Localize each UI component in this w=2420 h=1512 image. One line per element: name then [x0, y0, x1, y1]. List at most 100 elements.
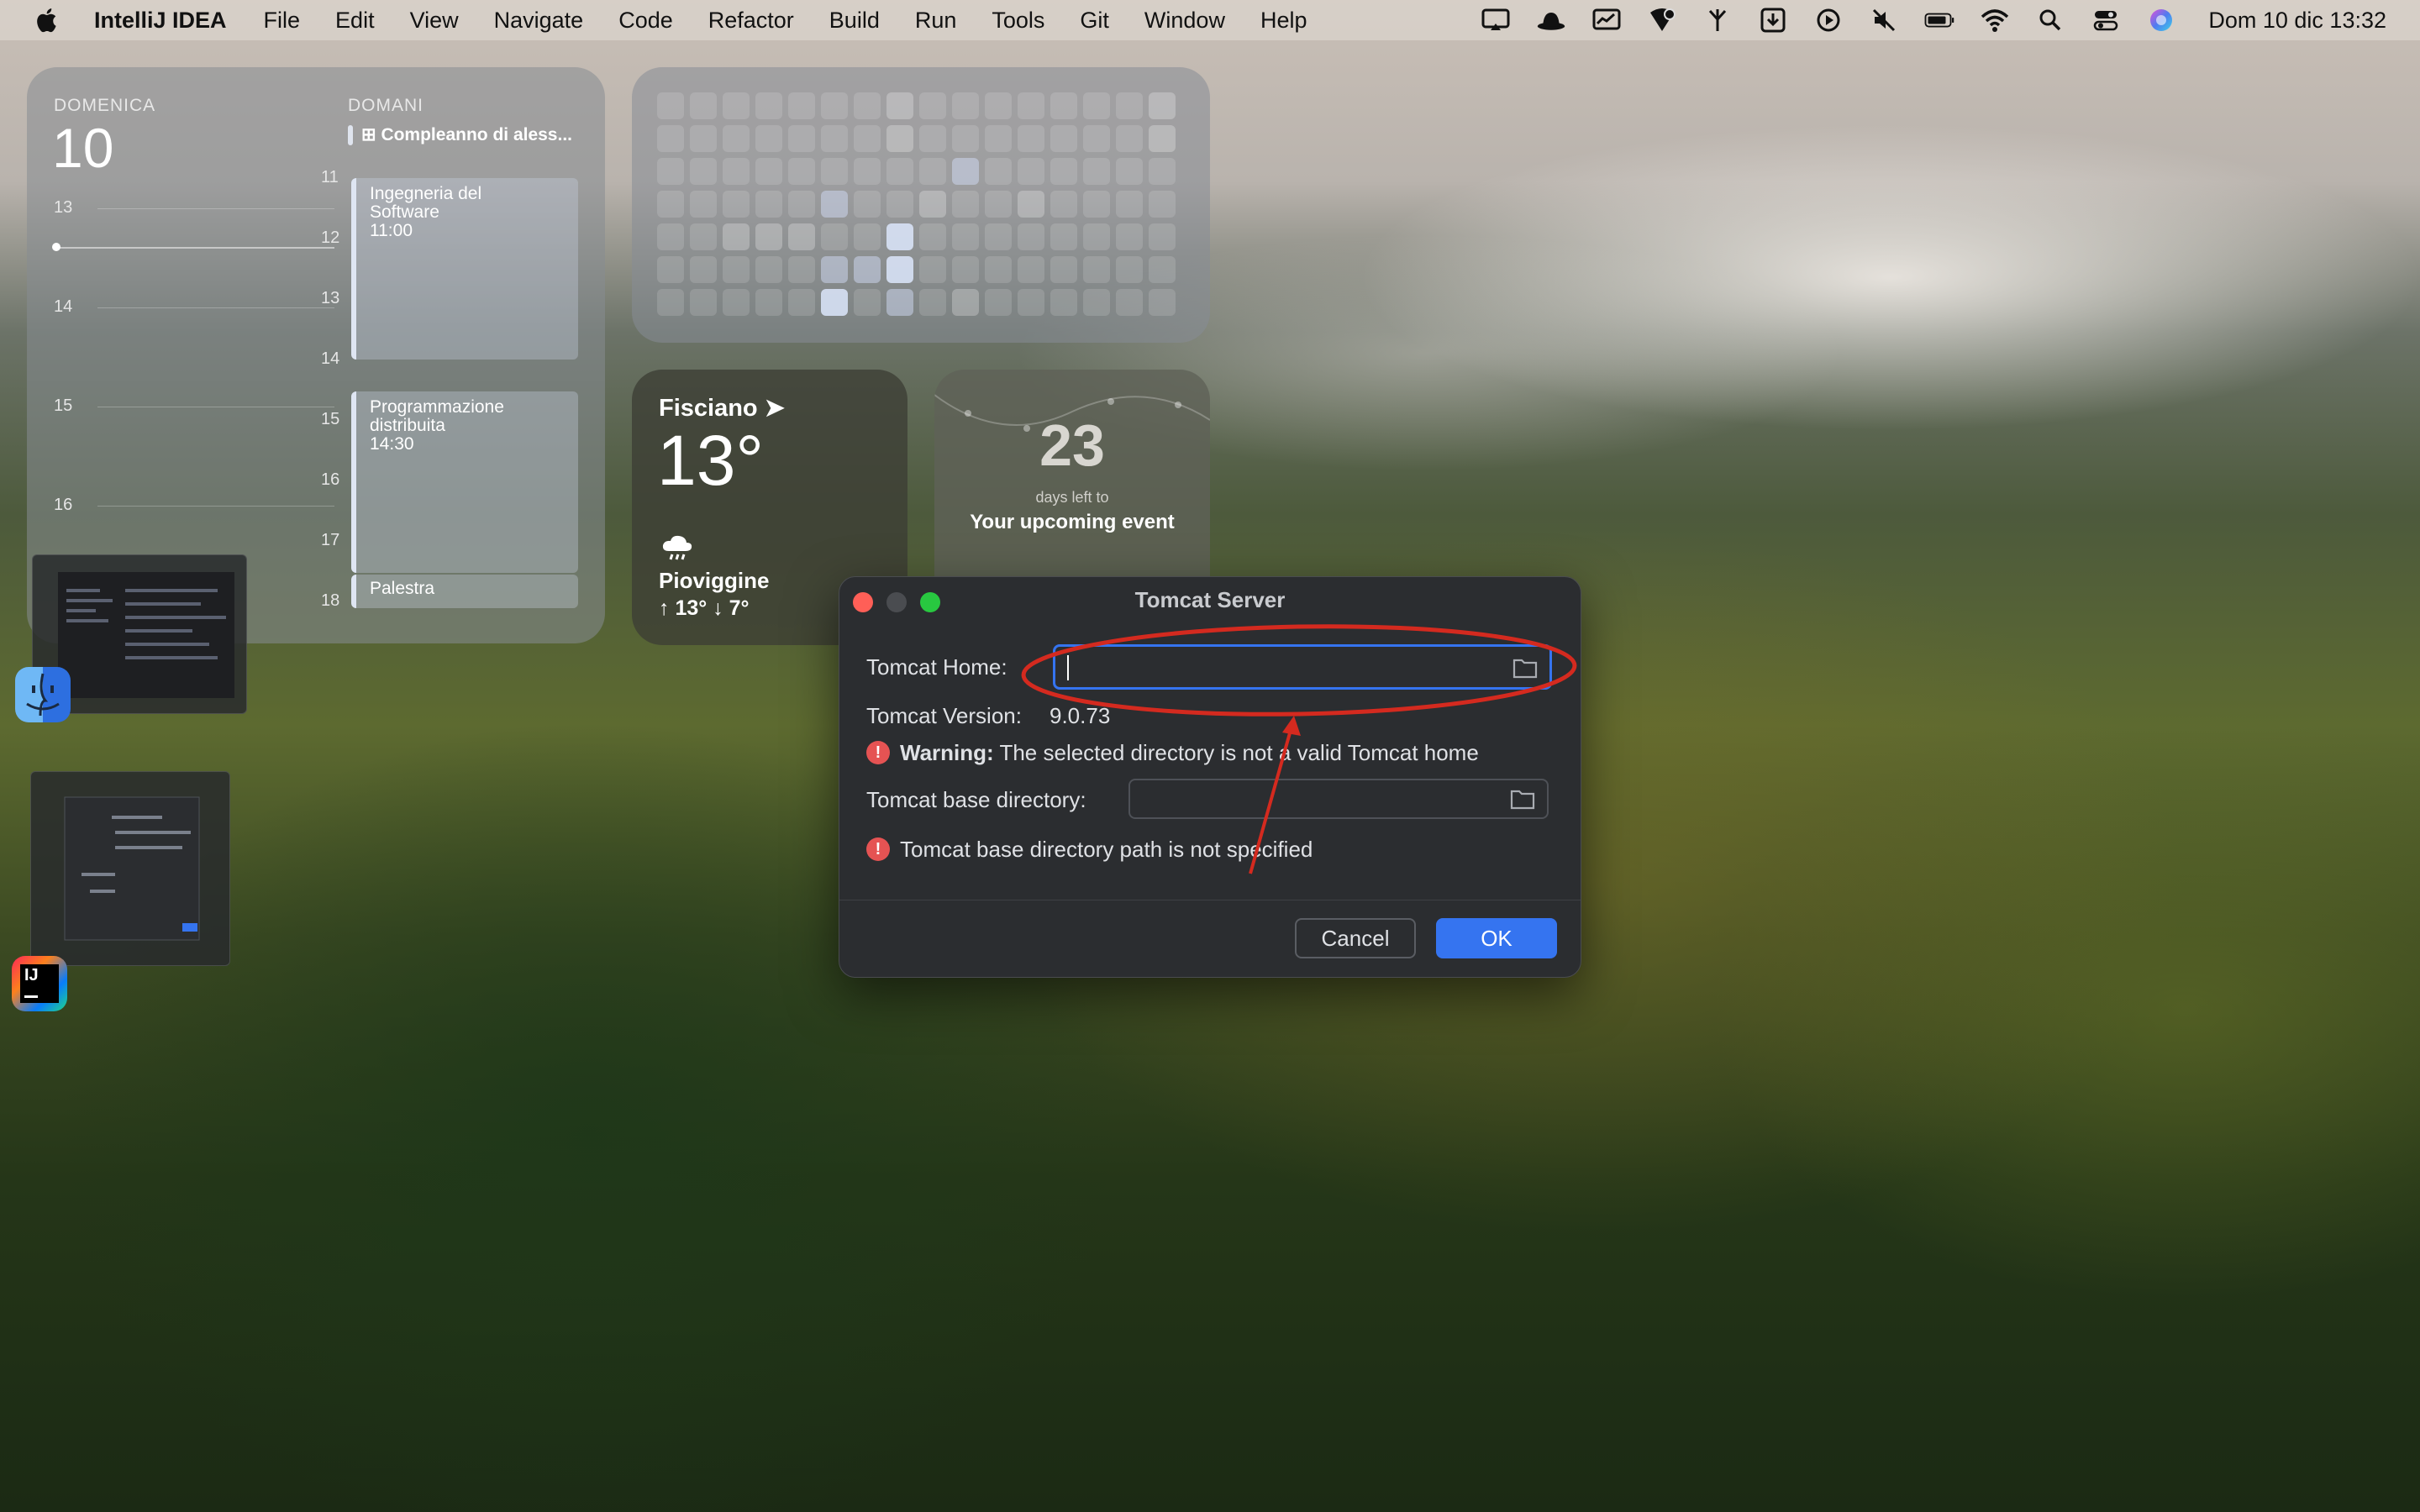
tomcat-home-input[interactable]: [1053, 644, 1552, 690]
hat-icon[interactable]: [1536, 8, 1566, 33]
warning-label: Warning:: [900, 740, 994, 765]
heatmap-cell: [1116, 191, 1143, 218]
heatmap-cell: [854, 289, 881, 316]
error-icon: !: [866, 741, 890, 764]
activity-heatmap-widget[interactable]: [632, 67, 1210, 343]
play-circle-icon[interactable]: [1813, 8, 1844, 33]
heatmap-cell: [886, 256, 913, 283]
siri-icon[interactable]: [2146, 8, 2176, 33]
monitor-graph-icon[interactable]: [1591, 8, 1622, 33]
hour-label: 13: [54, 198, 73, 217]
heatmap-cell: [1083, 158, 1110, 185]
hour-line: [97, 506, 334, 507]
menu-help[interactable]: Help: [1260, 8, 1307, 34]
tomcat-server-dialog: Tomcat Server Tomcat Home: Tomcat Versio…: [839, 576, 1581, 978]
heatmap-cell: [755, 158, 782, 185]
heatmap-cell: [1050, 191, 1077, 218]
weather-high-low: ↑ 13° ↓ 7°: [659, 596, 750, 620]
browse-folder-icon[interactable]: [1512, 657, 1538, 679]
heatmap-cell: [755, 256, 782, 283]
heatmap-cell: [821, 92, 848, 119]
window-thumbnail[interactable]: [30, 771, 230, 966]
heatmap-cell: [1149, 125, 1176, 152]
tomcat-version-label: Tomcat Version:: [866, 703, 1022, 728]
calendar-event[interactable]: Palestra: [351, 575, 578, 608]
base-directory-error: Tomcat base directory path is not specif…: [900, 837, 1313, 862]
search-icon[interactable]: [2035, 8, 2065, 33]
menubar-clock[interactable]: Dom 10 dic 13:32: [2208, 8, 2386, 34]
fork-icon[interactable]: [1702, 8, 1733, 33]
battery-icon[interactable]: [1924, 8, 1954, 33]
heatmap-cell: [690, 223, 717, 250]
menu-file[interactable]: File: [264, 8, 301, 34]
heatmap-cell: [952, 289, 979, 316]
heatmap-cell: [985, 256, 1012, 283]
calendar-event[interactable]: Programmazione distribuita 14:30: [351, 391, 578, 573]
menu-edit[interactable]: Edit: [335, 8, 375, 34]
ok-button[interactable]: OK: [1436, 918, 1557, 958]
heatmap-cell: [723, 191, 750, 218]
apple-logo-icon[interactable]: [34, 6, 62, 34]
menu-build[interactable]: Build: [829, 8, 880, 34]
heatmap-cell: [886, 158, 913, 185]
today-number: 10: [52, 117, 114, 179]
cancel-button[interactable]: Cancel: [1295, 918, 1416, 958]
wifi-icon[interactable]: [1980, 8, 2010, 33]
heatmap-cell: [919, 256, 946, 283]
tomcat-base-directory-input[interactable]: [1128, 779, 1549, 819]
menu-code[interactable]: Code: [618, 8, 673, 34]
heatmap-cell: [919, 92, 946, 119]
heatmap-cell: [690, 92, 717, 119]
heatmap-cell: [821, 125, 848, 152]
hour-label: 11: [321, 168, 339, 186]
screen-mirroring-icon[interactable]: [1481, 8, 1511, 33]
hour-label: 15: [321, 410, 340, 428]
menu-run[interactable]: Run: [915, 8, 957, 34]
heatmap-cell: [1050, 92, 1077, 119]
app-name-menu[interactable]: IntelliJ IDEA: [94, 8, 227, 34]
control-center-icon[interactable]: [2091, 8, 2121, 33]
vpn-shield-icon[interactable]: [1647, 8, 1677, 33]
event-color-bar: [348, 125, 353, 146]
heatmap-cell: [1018, 125, 1044, 152]
heatmap-cell: [919, 125, 946, 152]
warning-message: Warning: The selected directory is not a…: [900, 740, 1479, 766]
heatmap-cell: [657, 158, 684, 185]
heatmap-cell: [821, 289, 848, 316]
heatmap-cell: [1018, 256, 1044, 283]
hour-label: 16: [54, 496, 73, 514]
menu-bar: IntelliJ IDEA File Edit View Navigate Co…: [0, 0, 2420, 40]
birthday-icon: ⊞: [361, 125, 381, 144]
menu-git[interactable]: Git: [1080, 8, 1109, 34]
mute-icon[interactable]: [1869, 8, 1899, 33]
heatmap-cell: [854, 92, 881, 119]
tomorrow-label: DOMANI: [348, 96, 424, 115]
countdown-subtitle: days left to: [1035, 489, 1109, 506]
download-icon[interactable]: [1758, 8, 1788, 33]
menu-refactor[interactable]: Refactor: [708, 8, 794, 34]
heatmap-cell: [854, 158, 881, 185]
location-arrow-icon: ➤: [764, 395, 786, 422]
heatmap-cell: [952, 191, 979, 218]
browse-folder-icon[interactable]: [1510, 788, 1535, 810]
window-preview-icon: [64, 796, 200, 941]
heatmap-cell: [1083, 289, 1110, 316]
heatmap-cell: [1018, 158, 1044, 185]
error-icon: !: [866, 837, 890, 861]
heatmap-cell: [788, 125, 815, 152]
tomorrow-event: ⊞ Compleanno di aless...: [348, 124, 592, 146]
heatmap-cell: [1116, 92, 1143, 119]
intellij-app-icon[interactable]: IJ: [12, 956, 67, 1011]
menu-tools[interactable]: Tools: [992, 8, 1044, 34]
dialog-title: Tomcat Server: [1134, 587, 1286, 612]
menu-window[interactable]: Window: [1144, 8, 1225, 34]
hour-label: 12: [321, 228, 340, 247]
finder-app-icon[interactable]: [15, 667, 71, 722]
heatmap-cell: [854, 191, 881, 218]
menu-navigate[interactable]: Navigate: [494, 8, 584, 34]
heatmap-cell: [952, 223, 979, 250]
menu-view[interactable]: View: [410, 8, 459, 34]
heatmap-cell: [723, 92, 750, 119]
heatmap-cell: [1083, 223, 1110, 250]
calendar-event[interactable]: Ingegneria del Software 11:00: [351, 178, 578, 360]
